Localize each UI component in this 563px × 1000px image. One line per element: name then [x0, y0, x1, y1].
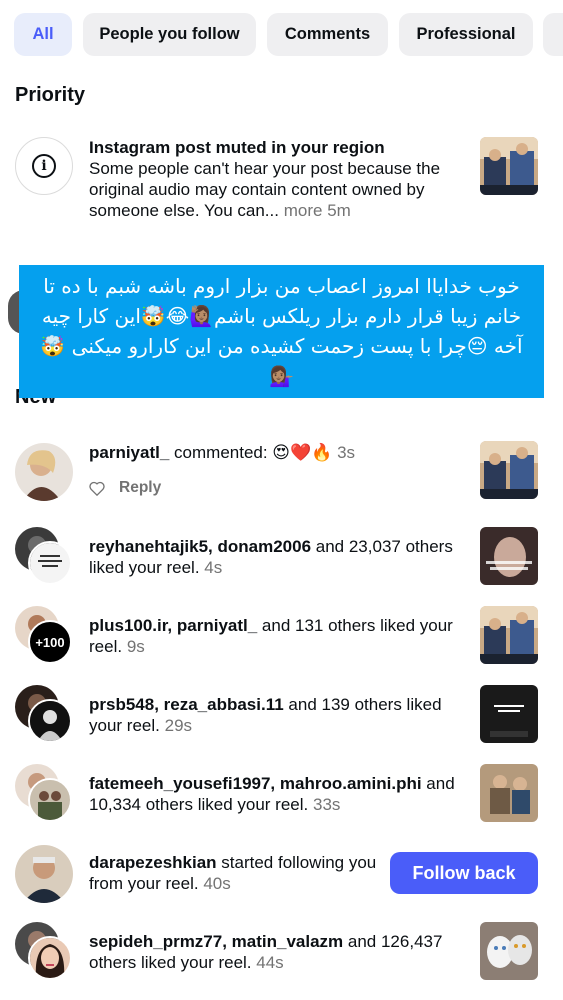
list-item[interactable]: +100 plus100.ir, parniyatl_ and 131 othe… — [0, 606, 563, 666]
notification-text: parniyatl_ commented: 😍❤️🔥 3s — [89, 442, 469, 463]
time-label: 3s — [337, 443, 356, 462]
avatar[interactable] — [28, 778, 72, 822]
reply-button[interactable]: Reply — [119, 479, 161, 497]
priority-text: Instagram post muted in your region Some… — [89, 137, 464, 221]
avatar[interactable] — [15, 845, 73, 903]
filter-professional[interactable]: Professional — [399, 13, 533, 56]
overlay-caption: خوب خدایاا امروز اعصاب من بزار اروم باشه… — [19, 265, 544, 398]
avatar[interactable] — [15, 443, 73, 501]
notification-text: plus100.ir, parniyatl_ and 131 others li… — [89, 615, 469, 657]
follow-back-button[interactable]: Follow back — [390, 852, 538, 894]
post-thumbnail[interactable] — [480, 764, 538, 822]
section-title-priority: Priority — [15, 84, 86, 106]
username[interactable]: prsb548, reza_abbasi.11 — [89, 695, 284, 714]
avatar[interactable] — [28, 699, 72, 743]
username[interactable]: darapezeshkian — [89, 853, 217, 872]
filter-comments[interactable]: Comments — [267, 13, 388, 56]
list-item[interactable]: fatemeeh_yousefi1997, mahroo.amini.phi a… — [0, 764, 563, 824]
info-icon: i — [15, 137, 73, 195]
notification-text: darapezeshkian started following you fro… — [89, 852, 379, 894]
list-item[interactable]: darapezeshkian started following you fro… — [0, 843, 563, 903]
time-label: 40s — [203, 874, 231, 893]
reply-row: Reply — [89, 479, 161, 497]
post-thumbnail[interactable] — [480, 441, 538, 499]
username[interactable]: parniyatl_ — [89, 443, 169, 462]
filter-more[interactable] — [543, 13, 563, 56]
priority-title: Instagram post muted in your region — [89, 138, 385, 157]
username[interactable]: plus100.ir, parniyatl_ — [89, 616, 257, 635]
time-label: 29s — [164, 716, 193, 735]
notification-text: fatemeeh_yousefi1997, mahroo.amini.phi a… — [89, 773, 469, 815]
time-label: 9s — [126, 637, 145, 656]
post-thumbnail[interactable] — [480, 527, 538, 585]
time-label: 5m — [327, 201, 351, 220]
notification-body: commented: 😍❤️🔥 — [169, 443, 333, 462]
avatar[interactable] — [28, 541, 72, 585]
list-item[interactable]: parniyatl_ commented: 😍❤️🔥 3s Reply — [0, 441, 563, 501]
post-thumbnail[interactable] — [480, 685, 538, 743]
list-item[interactable]: reyhanehtajik5, donam2006 and 23,037 oth… — [0, 527, 563, 587]
post-thumbnail[interactable] — [480, 922, 538, 980]
heart-icon[interactable] — [89, 481, 105, 496]
time-label: 33s — [312, 795, 341, 814]
post-thumbnail[interactable] — [480, 137, 538, 195]
filter-all[interactable]: All — [14, 13, 72, 56]
time-label: 4s — [204, 558, 223, 577]
priority-notification[interactable]: i Instagram post muted in your region So… — [0, 137, 563, 252]
username[interactable]: sepideh_prmz77, matin_valazm — [89, 932, 343, 951]
avatar[interactable]: +100 — [28, 620, 72, 664]
more-link[interactable]: more — [284, 201, 323, 220]
list-item[interactable]: prsb548, reza_abbasi.11 and 139 others l… — [0, 685, 563, 745]
avatar[interactable] — [28, 936, 72, 980]
priority-body: Some people can't hear your post because… — [89, 159, 441, 220]
username[interactable]: fatemeeh_yousefi1997, mahroo.amini.phi — [89, 774, 422, 793]
filter-people-you-follow[interactable]: People you follow — [83, 13, 256, 56]
notification-text: sepideh_prmz77, matin_valazm and 126,437… — [89, 931, 469, 973]
filter-bar: All People you follow Comments Professio… — [0, 13, 563, 57]
list-item[interactable]: sepideh_prmz77, matin_valazm and 126,437… — [0, 922, 563, 982]
post-thumbnail[interactable] — [480, 606, 538, 664]
notification-text: reyhanehtajik5, donam2006 and 23,037 oth… — [89, 536, 469, 578]
username[interactable]: reyhanehtajik5, donam2006 — [89, 537, 311, 556]
plus100-badge: +100 — [35, 634, 65, 650]
time-label: 44s — [256, 953, 284, 972]
notification-text: prsb548, reza_abbasi.11 and 139 others l… — [89, 694, 469, 736]
